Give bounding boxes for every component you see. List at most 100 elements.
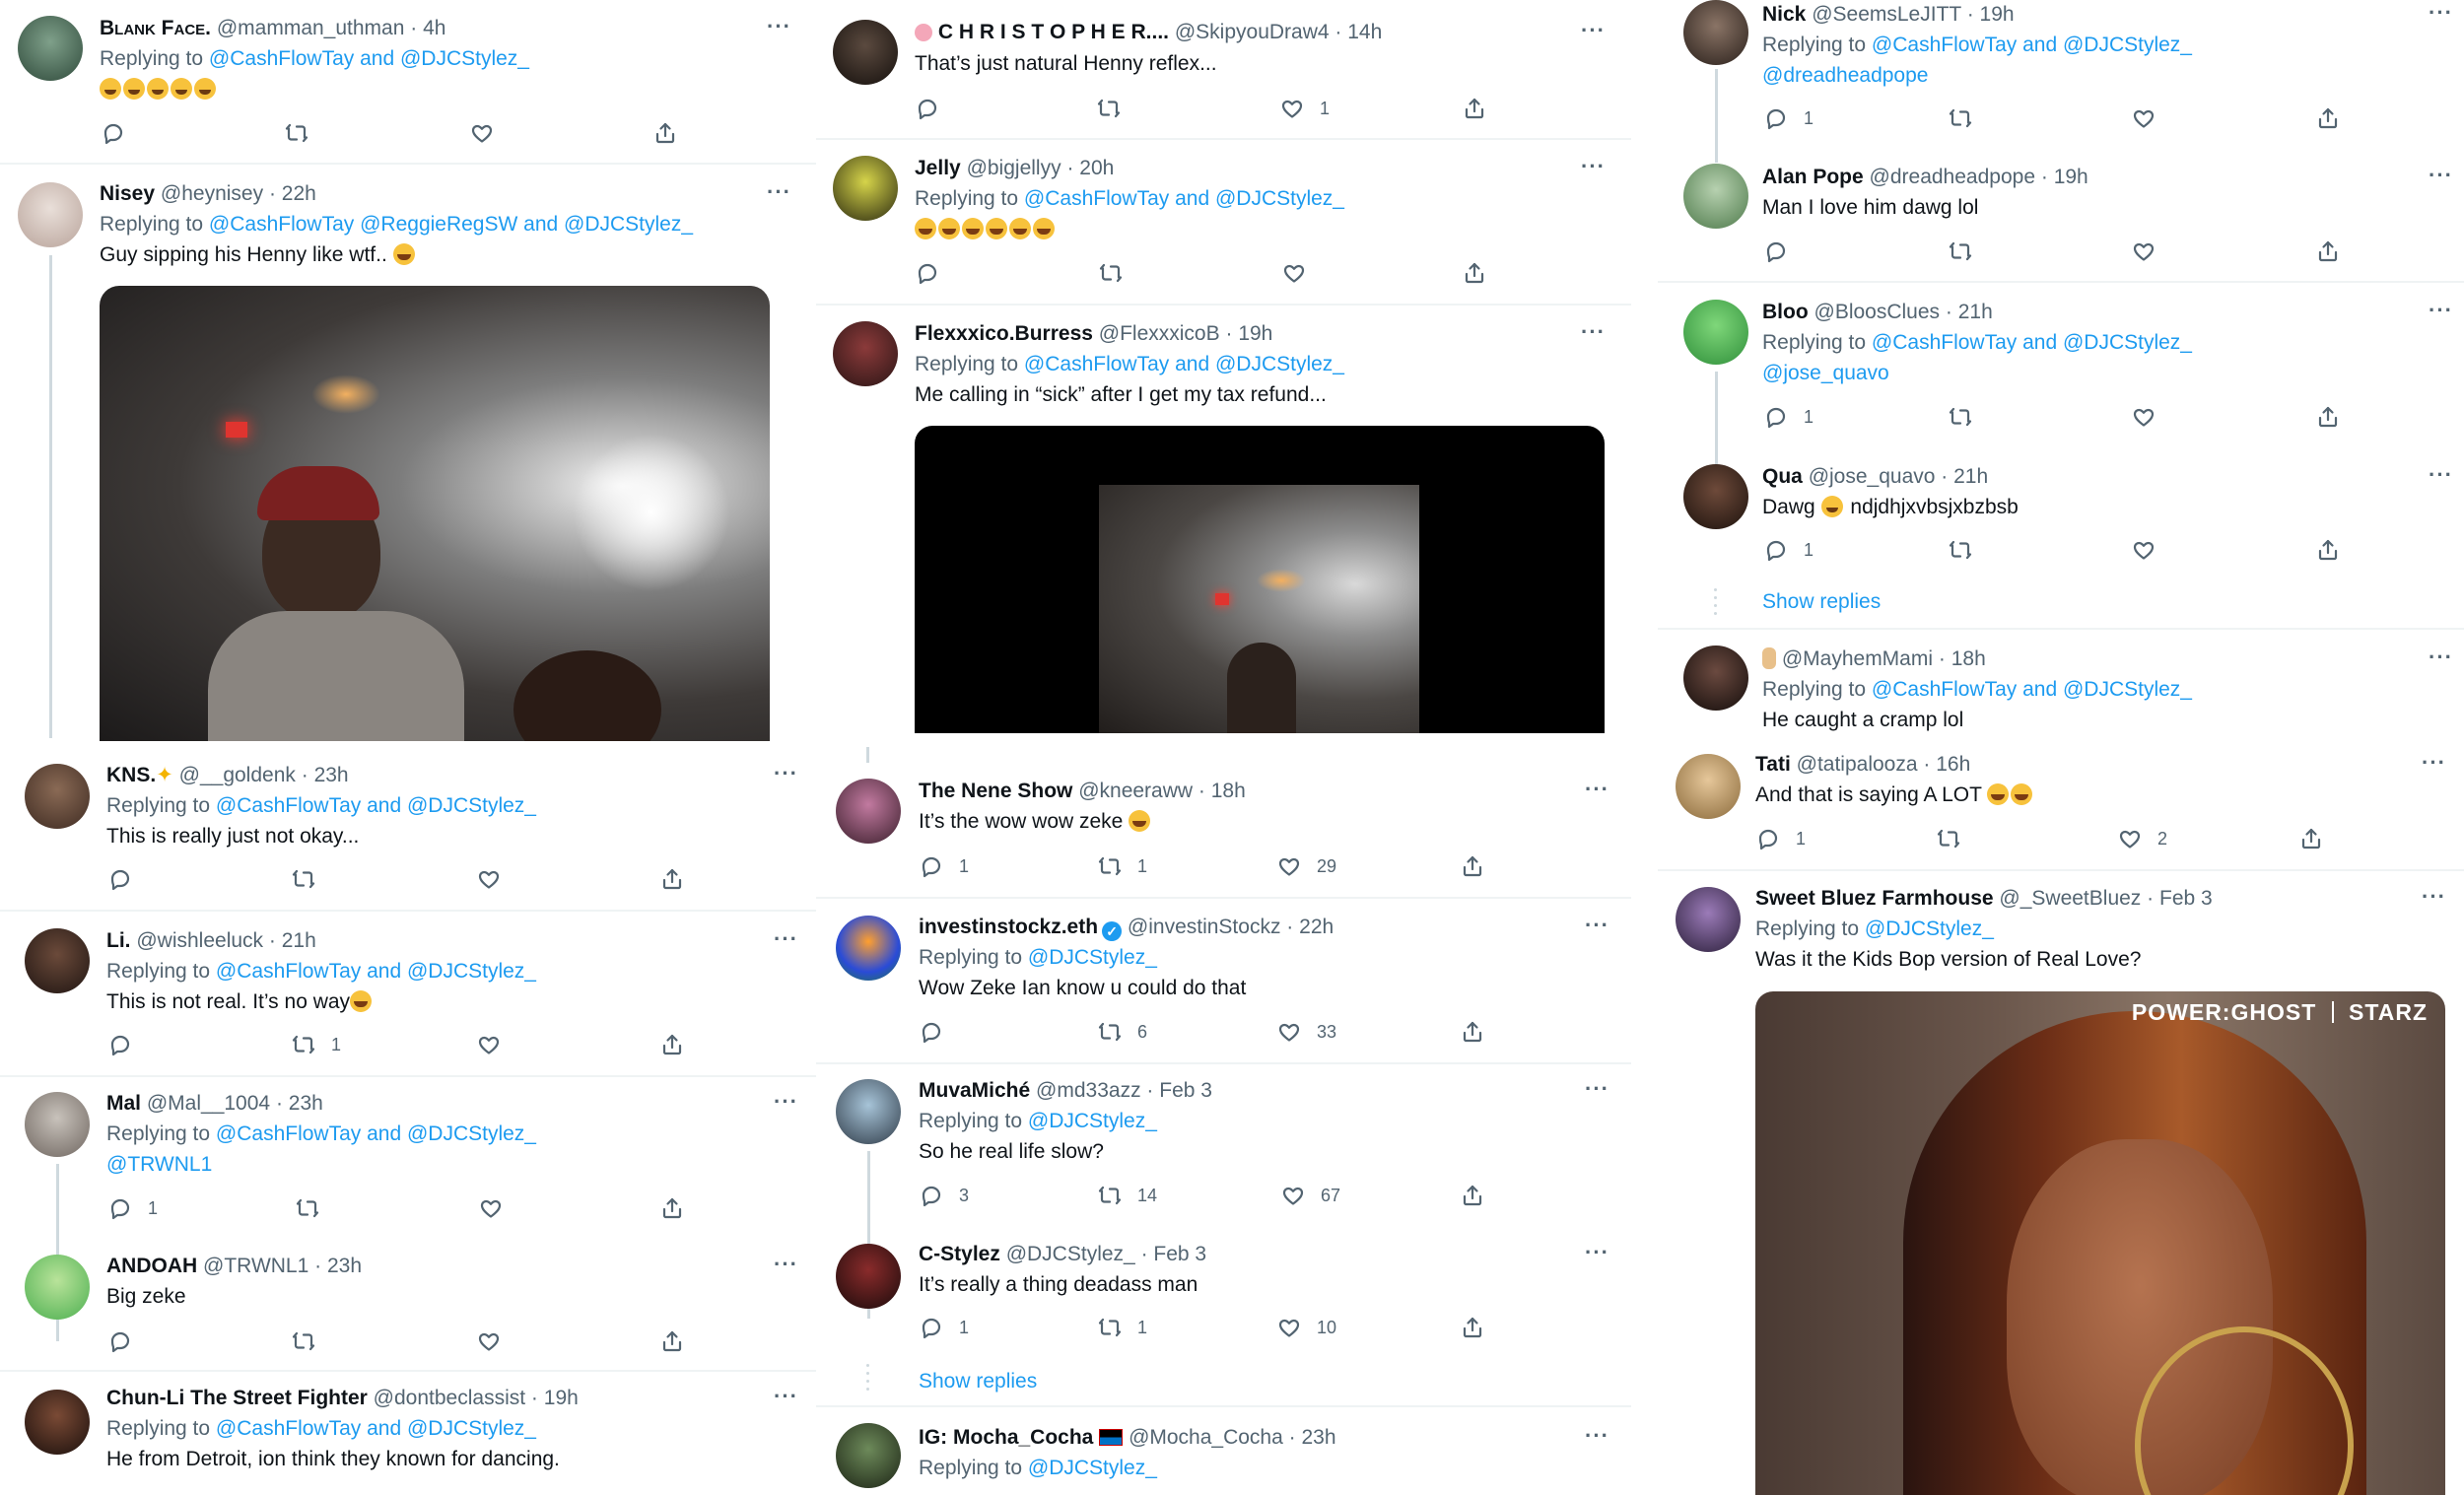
avatar[interactable]: [25, 764, 90, 829]
reply-mentions[interactable]: @CashFlowTay @ReggieRegSW and @DJCStylez…: [209, 213, 693, 236]
author-handle[interactable]: @kneeraww: [1078, 780, 1193, 802]
more-options-button[interactable]: ···: [774, 1384, 798, 1409]
avatar[interactable]: [1683, 164, 1748, 229]
author-name[interactable]: Flexxxico.Burress: [915, 322, 1093, 345]
share-button[interactable]: [1463, 258, 1486, 288]
timestamp[interactable]: 18h: [1951, 647, 1986, 670]
author-handle[interactable]: @bigjellyy: [967, 157, 1061, 179]
share-button[interactable]: [660, 864, 684, 894]
avatar[interactable]: [18, 182, 83, 247]
author-name[interactable]: Alan Pope: [1762, 166, 1864, 188]
retweet-button[interactable]: [296, 1193, 319, 1223]
avatar[interactable]: [833, 20, 898, 85]
tweet-nick[interactable]: Nick @SeemsLeJITT · 19h ··· Replying to …: [1658, 0, 2464, 163]
like-button[interactable]: [2132, 535, 2156, 565]
share-button[interactable]: [2316, 402, 2340, 432]
reply-mentions[interactable]: @DJCStylez_: [1028, 1110, 1157, 1132]
author-name[interactable]: Chun-Li The Street Fighter: [106, 1387, 368, 1409]
more-options-button[interactable]: ···: [767, 179, 791, 205]
author-handle[interactable]: @wishleeluck: [136, 929, 263, 952]
reply-mentions[interactable]: @CashFlowTay and @DJCStylez_: [216, 960, 536, 983]
tweet-mocha-cocha[interactable]: IG: Mocha_Cocha @Mocha_Cocha · 23h ··· R…: [816, 1407, 1631, 1495]
author-name[interactable]: ANDOAH: [106, 1255, 197, 1277]
share-button[interactable]: [1461, 1313, 1484, 1342]
reply-button[interactable]: [1764, 237, 1788, 266]
retweet-button[interactable]: [1949, 103, 1972, 133]
like-button[interactable]: [477, 1326, 501, 1356]
author-handle[interactable]: @md33azz: [1036, 1079, 1141, 1102]
share-button[interactable]: [2316, 237, 2340, 266]
author-handle[interactable]: @mamman_uthman: [217, 17, 405, 39]
author-handle[interactable]: @dreadheadpope: [1870, 166, 2035, 188]
tweet-chun-li[interactable]: Chun-Li The Street Fighter @dontbeclassi…: [0, 1372, 816, 1495]
reply-button[interactable]: 1: [1764, 535, 1814, 565]
like-button[interactable]: 33: [1277, 1017, 1336, 1047]
retweet-button[interactable]: 6: [1098, 1017, 1147, 1047]
author-handle[interactable]: @DJCStylez_: [1006, 1243, 1135, 1265]
share-button[interactable]: [660, 1193, 684, 1223]
retweet-button[interactable]: [1949, 535, 1972, 565]
timestamp[interactable]: 23h: [327, 1255, 362, 1277]
like-button[interactable]: 2: [2118, 824, 2167, 853]
timestamp[interactable]: 23h: [1301, 1426, 1335, 1449]
reply-button[interactable]: [920, 1017, 943, 1047]
tweet-video[interactable]: [100, 286, 770, 741]
author-handle[interactable]: @MayhemMami: [1782, 647, 1933, 670]
reply-button[interactable]: 1: [1756, 824, 1806, 853]
tweet-kns[interactable]: KNS.✦ @__goldenk · 23h ··· Replying to @…: [0, 746, 816, 912]
avatar[interactable]: [833, 156, 898, 221]
author-handle[interactable]: @SeemsLeJITT: [1812, 3, 1961, 26]
share-button[interactable]: [1461, 1017, 1484, 1047]
like-button[interactable]: 29: [1277, 851, 1336, 881]
reply-button[interactable]: 1: [920, 1313, 969, 1342]
author-name[interactable]: C H R I S T O P H E R....: [938, 21, 1169, 43]
show-replies-link[interactable]: Show replies: [919, 1370, 1037, 1393]
like-button[interactable]: [477, 864, 501, 894]
author-name[interactable]: MuvaMiché: [919, 1079, 1030, 1102]
share-button[interactable]: [1461, 1181, 1484, 1210]
retweet-button[interactable]: [285, 118, 308, 148]
avatar[interactable]: [25, 1390, 90, 1455]
timestamp[interactable]: 23h: [314, 764, 349, 786]
more-options-button[interactable]: ···: [2429, 0, 2453, 26]
reply-mentions[interactable]: @CashFlowTay and @DJCStylez_: [1024, 353, 1344, 375]
reply-button[interactable]: 1: [1764, 402, 1814, 432]
avatar[interactable]: [833, 321, 898, 386]
more-options-button[interactable]: ···: [774, 761, 798, 786]
reply-button[interactable]: [108, 1030, 132, 1059]
author-handle[interactable]: @heynisey: [161, 182, 263, 205]
tweet-gif[interactable]: POWER:GHOST STARZ: [1755, 991, 2445, 1495]
author-handle[interactable]: @dontbeclassist: [374, 1387, 525, 1409]
timestamp[interactable]: Feb 3: [1159, 1079, 1212, 1102]
share-button[interactable]: [660, 1030, 684, 1059]
timestamp[interactable]: 18h: [1211, 780, 1246, 802]
author-handle[interactable]: @BloosClues: [1814, 301, 1941, 323]
more-options-button[interactable]: ···: [2429, 462, 2453, 488]
reply-mentions[interactable]: @CashFlowTay and @DJCStylez_: [216, 1417, 536, 1440]
retweet-button[interactable]: 1: [1098, 1313, 1147, 1342]
timestamp[interactable]: Feb 3: [1153, 1243, 1206, 1265]
more-options-button[interactable]: ···: [2429, 645, 2453, 670]
reply-button[interactable]: 1: [920, 851, 969, 881]
avatar[interactable]: [1676, 887, 1741, 952]
timestamp[interactable]: 19h: [2054, 166, 2088, 188]
more-options-button[interactable]: ···: [1585, 913, 1609, 938]
reply-button[interactable]: [108, 864, 132, 894]
timestamp[interactable]: 21h: [1958, 301, 1993, 323]
show-replies-link[interactable]: Show replies: [1762, 590, 1881, 614]
author-name[interactable]: investinstockz.eth: [919, 916, 1098, 938]
tweet-mal[interactable]: Mal @Mal__1004 · 23h ··· Replying to @Ca…: [0, 1077, 816, 1341]
more-options-button[interactable]: ···: [767, 14, 791, 39]
timestamp[interactable]: 22h: [1299, 916, 1334, 938]
reply-mentions[interactable]: @CashFlowTay and @DJCStylez_: [216, 1122, 536, 1145]
more-options-button[interactable]: ···: [1585, 1076, 1609, 1102]
author-name[interactable]: Qua: [1762, 465, 1803, 488]
more-options-button[interactable]: ···: [2429, 163, 2453, 188]
tweet-muvamiche[interactable]: MuvaMiché @md33azz · Feb 3 ··· Replying …: [816, 1064, 1631, 1319]
reply-mentions[interactable]: @CashFlowTay and @DJCStylez_: [1024, 187, 1344, 210]
avatar[interactable]: [25, 1092, 90, 1157]
author-name[interactable]: Sweet Bluez Farmhouse: [1755, 887, 1994, 910]
share-button[interactable]: [1461, 851, 1484, 881]
author-name[interactable]: Blank Face.: [100, 17, 211, 39]
avatar[interactable]: [836, 779, 901, 844]
